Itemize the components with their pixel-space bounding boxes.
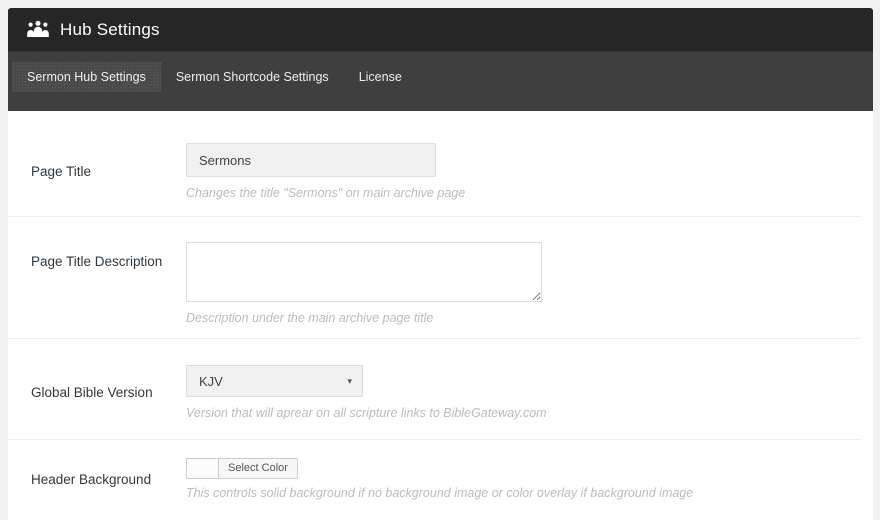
field-help-page-title: Changes the title "Sermons" on main arch…	[186, 186, 465, 200]
page-title-description-textarea[interactable]	[186, 242, 542, 302]
tab-sermon-hub-settings[interactable]: Sermon Hub Settings	[12, 62, 161, 92]
field-stack: Changes the title "Sermons" on main arch…	[186, 143, 465, 200]
field-label-global-bible-version: Global Bible Version	[8, 385, 186, 400]
settings-panel: Hub Settings Sermon Hub Settings Sermon …	[8, 8, 873, 520]
chevron-down-icon: ▾	[347, 376, 352, 387]
color-swatch[interactable]	[186, 458, 218, 479]
select-color-button[interactable]: Select Color	[218, 458, 298, 479]
titlebar: Hub Settings	[8, 8, 873, 51]
field-label-header-background: Header Background	[8, 472, 186, 487]
field-label-page-title-description: Page Title Description	[8, 242, 186, 269]
tab-sermon-shortcode-settings[interactable]: Sermon Shortcode Settings	[161, 62, 344, 92]
form-row-page-title-description: Page Title Description Description under…	[8, 217, 861, 339]
page-title: Hub Settings	[60, 20, 160, 40]
field-label-page-title: Page Title	[8, 164, 186, 179]
color-picker: Select Color	[186, 458, 693, 479]
settings-form: Page Title Changes the title "Sermons" o…	[8, 111, 873, 520]
tab-license[interactable]: License	[344, 62, 417, 92]
form-row-page-title: Page Title Changes the title "Sermons" o…	[8, 111, 861, 217]
people-group-icon	[26, 20, 50, 40]
field-stack: KJV ▾ Version that will aprear on all sc…	[186, 365, 547, 420]
page-title-input[interactable]	[186, 143, 436, 177]
field-stack: Description under the main archive page …	[186, 242, 542, 325]
bible-version-select[interactable]: KJV ▾	[186, 365, 363, 397]
form-row-header-background: Header Background Select Color This cont…	[8, 440, 861, 520]
form-row-global-bible-version: Global Bible Version KJV ▾ Version that …	[8, 339, 861, 440]
field-help-page-title-description: Description under the main archive page …	[186, 311, 542, 325]
field-help-global-bible-version: Version that will aprear on all scriptur…	[186, 406, 547, 420]
field-help-header-background: This controls solid background if no bac…	[186, 486, 693, 500]
tabbar: Sermon Hub Settings Sermon Shortcode Set…	[8, 51, 873, 111]
field-stack: Select Color This controls solid backgro…	[186, 458, 693, 500]
bible-version-selected-value: KJV	[199, 374, 223, 389]
